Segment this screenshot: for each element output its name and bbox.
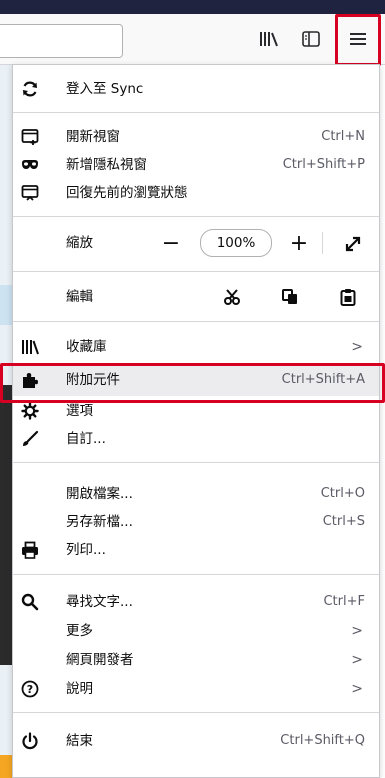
browser-toolbar <box>0 14 385 66</box>
chevron-right-icon: > <box>351 339 363 355</box>
menu-item-help[interactable]: ? 說明 > <box>13 673 379 705</box>
find-shortcut: Ctrl+F <box>323 594 365 609</box>
web-developer-label: 網頁開發者 <box>66 652 134 668</box>
separator <box>13 462 379 463</box>
chevron-right-icon: > <box>351 623 363 639</box>
separator <box>13 216 379 217</box>
find-label: 尋找文字... <box>66 594 133 610</box>
sync-icon <box>21 80 39 98</box>
library-label: 收藏庫 <box>66 339 107 355</box>
chevron-right-icon: > <box>351 681 363 697</box>
separator <box>13 712 379 713</box>
menu-item-web-developer[interactable]: 網頁開發者 > <box>13 644 379 676</box>
new-window-shortcut: Ctrl+N <box>321 129 365 144</box>
menu-item-sync[interactable]: 登入至 Sync <box>13 73 379 105</box>
restore-session-label: 回復先前的瀏覽狀態 <box>66 185 188 201</box>
private-window-label: 新增隱私視窗 <box>66 157 147 173</box>
cut-icon[interactable] <box>223 288 241 306</box>
help-label: 說明 <box>66 681 93 697</box>
print-label: 列印... <box>66 542 106 558</box>
separator <box>13 271 379 272</box>
menu-item-quit[interactable]: 結束 Ctrl+Shift+Q <box>13 725 379 757</box>
power-icon <box>21 732 39 750</box>
page-content-fragment <box>0 755 12 778</box>
separator <box>322 232 323 254</box>
menu-item-zoom: 縮放 − 100% + <box>13 225 379 261</box>
options-label: 選項 <box>66 403 93 419</box>
svg-text:?: ? <box>27 683 33 696</box>
private-mask-icon <box>21 156 39 174</box>
addons-highlight-box <box>0 363 385 403</box>
open-file-shortcut: Ctrl+O <box>320 486 365 501</box>
menu-item-find[interactable]: 尋找文字... Ctrl+F <box>13 586 379 618</box>
new-window-icon <box>21 128 39 146</box>
library-icon[interactable] <box>252 22 286 56</box>
url-bar[interactable] <box>0 24 123 58</box>
menu-item-edit: 編輯 <box>13 281 379 313</box>
separator <box>13 112 379 113</box>
menu-item-library[interactable]: 收藏庫 > <box>13 331 379 363</box>
printer-icon <box>21 541 39 559</box>
zoom-reset-button[interactable]: 100% <box>200 229 272 257</box>
paintbrush-icon <box>21 430 39 448</box>
menu-item-customize[interactable]: 自訂... <box>13 423 379 455</box>
edit-label: 編輯 <box>66 289 93 305</box>
help-icon: ? <box>21 680 39 698</box>
menu-item-restore-session[interactable]: 回復先前的瀏覽狀態 <box>13 177 379 209</box>
chevron-right-icon: > <box>351 652 363 668</box>
customize-label: 自訂... <box>66 431 106 447</box>
page-content-background <box>0 65 12 778</box>
separator <box>13 574 379 575</box>
quit-shortcut: Ctrl+Shift+Q <box>280 733 365 748</box>
sync-label: 登入至 Sync <box>66 81 144 97</box>
app-menu-panel: 登入至 Sync 開新視窗 Ctrl+N 新增隱私視窗 Ctrl+Shift+P <box>12 64 380 778</box>
menu-item-print[interactable]: 列印... <box>13 534 379 566</box>
zoom-label: 縮放 <box>66 235 93 251</box>
page-content-fragment <box>0 385 12 665</box>
zoom-out-button[interactable]: − <box>159 231 183 256</box>
more-label: 更多 <box>66 623 93 639</box>
fullscreen-arrow-icon[interactable] <box>341 232 365 256</box>
search-icon <box>21 593 39 611</box>
new-window-label: 開新視窗 <box>66 129 120 145</box>
save-as-shortcut: Ctrl+S <box>322 514 365 529</box>
page-content-fragment <box>0 285 12 325</box>
quit-label: 結束 <box>66 733 93 749</box>
private-window-shortcut: Ctrl+Shift+P <box>282 157 365 172</box>
library-icon <box>21 338 39 356</box>
restore-session-icon <box>21 184 39 202</box>
window-titlebar <box>0 0 385 14</box>
sidebar-icon[interactable] <box>294 22 328 56</box>
separator <box>13 321 379 322</box>
zoom-in-button[interactable]: + <box>287 231 311 256</box>
paste-icon[interactable] <box>339 288 357 306</box>
open-file-label: 開啟檔案... <box>66 486 133 502</box>
copy-icon[interactable] <box>281 288 299 306</box>
gear-icon <box>21 402 39 420</box>
menu-button-highlight <box>335 14 381 66</box>
save-as-label: 另存新檔... <box>66 514 133 530</box>
menu-item-more[interactable]: 更多 > <box>13 615 379 647</box>
